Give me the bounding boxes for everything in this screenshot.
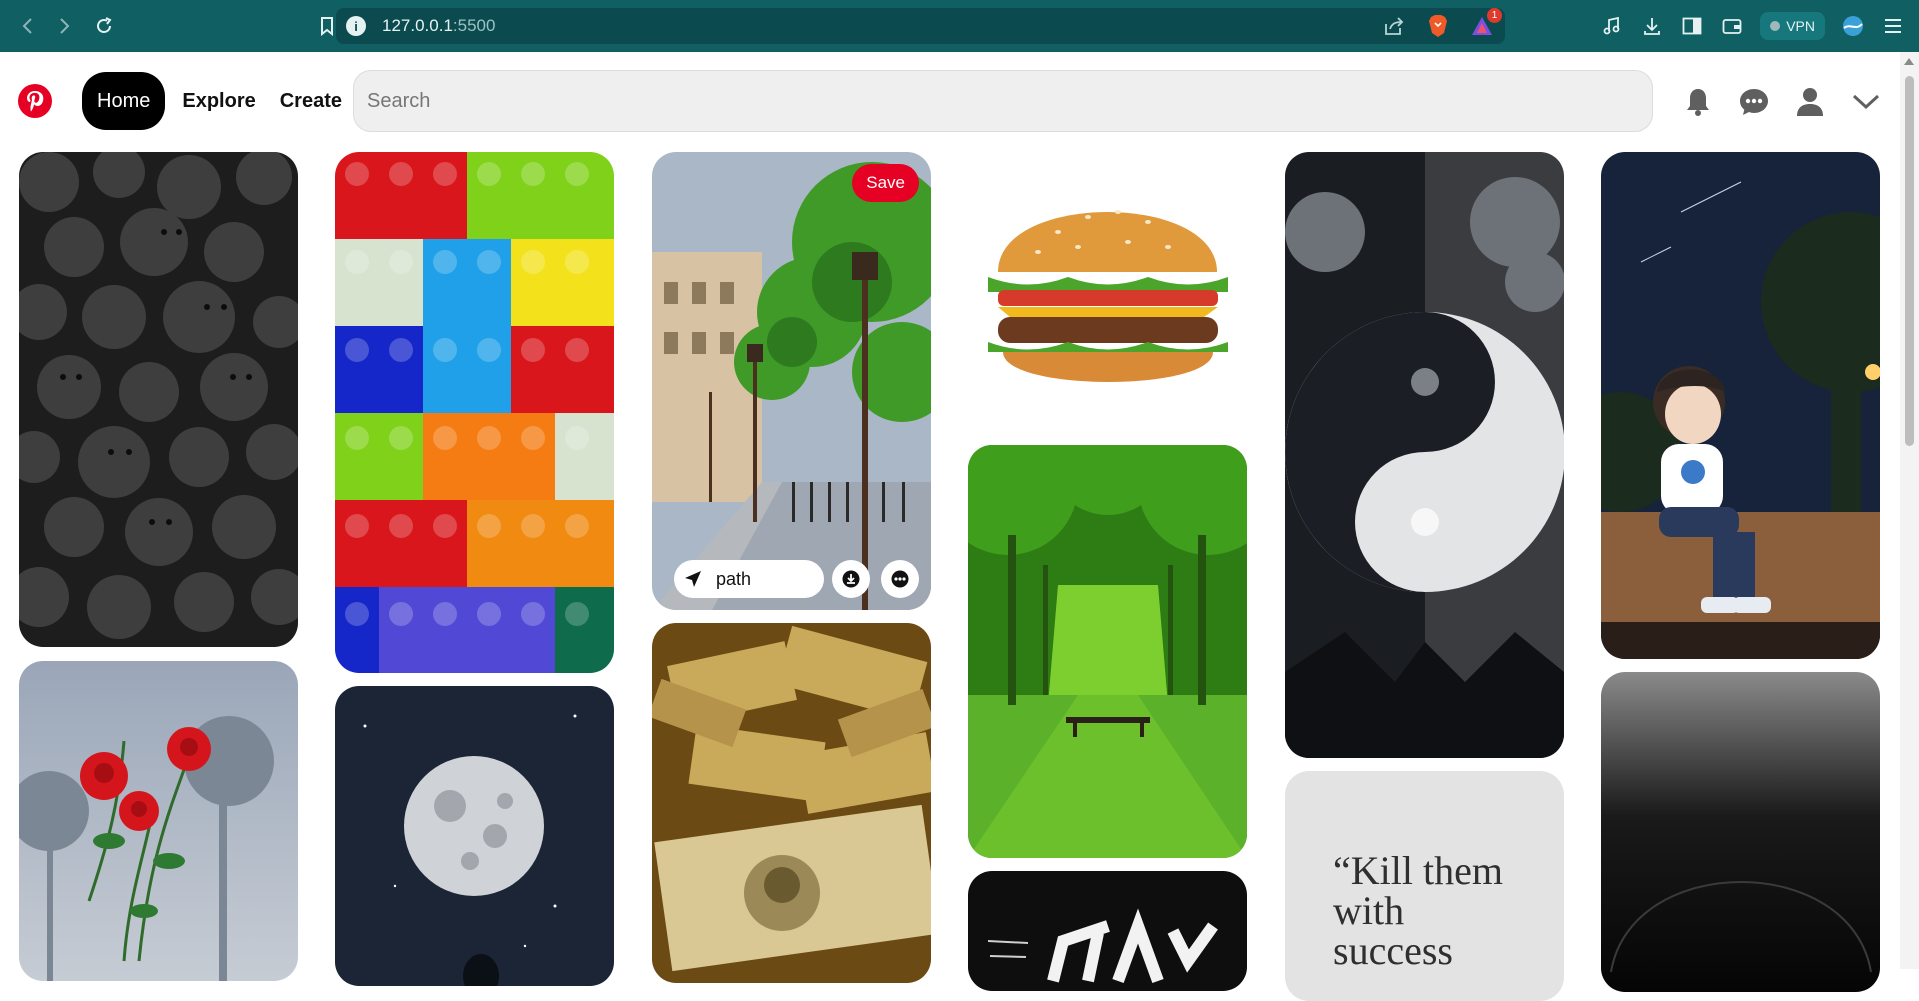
download-pin-icon [842,570,860,588]
pin-roses[interactable] [19,661,298,981]
lego-bricks-image [335,152,614,673]
pin-smileys[interactable] [19,152,298,647]
pin-moon[interactable] [335,686,614,986]
download-icon[interactable] [1640,14,1664,38]
pin-quote[interactable]: “Kill them with success [1285,771,1564,1001]
nav-home[interactable]: Home [82,72,166,130]
pin-forest-path[interactable] [968,445,1247,858]
download-pin-button[interactable] [832,560,870,598]
yin-yang-image [1285,152,1564,758]
scrollbar-thumb[interactable] [1905,76,1914,446]
board-name: path [716,568,752,589]
pin-stay-text[interactable] [968,871,1247,991]
money-image [652,623,931,983]
url-port: :5500 [452,16,496,35]
brave-rewards-icon[interactable]: 1 [1469,8,1502,39]
vpn-status-icon [1770,21,1781,31]
pin-money[interactable] [652,623,931,983]
leo-ai-icon[interactable] [1841,14,1865,38]
burger-image [968,152,1247,427]
save-button[interactable]: Save [852,164,919,202]
messages-icon[interactable] [1726,82,1782,122]
media-icon[interactable] [1600,14,1624,38]
url-host: 127.0.0.1 [382,16,453,35]
wallet-icon[interactable] [1720,14,1744,38]
menu-icon[interactable] [1881,14,1905,38]
board-selector-button[interactable]: path [674,560,824,598]
street-trees-image [652,152,931,610]
smileys-image [19,152,298,647]
profile-icon[interactable] [1782,82,1838,122]
pin-yin-yang[interactable] [1285,152,1564,758]
vpn-button[interactable]: VPN [1760,12,1825,40]
nav-explore[interactable]: Explore [182,90,255,113]
dark-gradient-image [1601,672,1880,992]
page-scrollbar[interactable] [1900,52,1919,969]
scroll-up-icon[interactable] [1904,58,1914,65]
search-input[interactable] [367,89,1627,113]
quote-text: “Kill them with success [1333,848,1503,973]
location-arrow-icon [684,570,704,588]
pinterest-logo-icon[interactable] [18,84,52,118]
forward-icon[interactable] [46,8,82,44]
more-options-button[interactable] [881,560,919,598]
sidebar-icon[interactable] [1680,14,1704,38]
rewards-badge: 1 [1487,8,1502,23]
pin-burger[interactable] [968,152,1247,427]
browser-toolbar: i 127.0.0.1:5500 1 VPN [0,0,1919,52]
more-options-icon [891,570,909,588]
reload-icon[interactable] [86,8,122,44]
moon-image [335,686,614,986]
back-icon[interactable] [10,8,46,44]
pin-boy-night[interactable] [1601,152,1880,659]
url-text: 127.0.0.1:5500 [382,16,495,36]
pin-street[interactable]: Save path [652,152,931,610]
site-info-icon[interactable]: i [346,16,366,36]
address-bar[interactable]: i 127.0.0.1:5500 1 [336,8,1505,44]
pin-dark-gradient[interactable] [1601,672,1880,992]
pin-lego[interactable] [335,152,614,673]
roses-image [19,661,298,981]
account-dropdown-icon[interactable] [1838,82,1894,122]
share-icon[interactable] [1381,13,1407,39]
search-bar[interactable] [353,70,1653,132]
boy-night-sky-image [1601,152,1880,659]
stay-graphic-image [968,871,1247,991]
nav-create[interactable]: Create [280,90,342,113]
brave-shields-icon[interactable] [1425,13,1451,39]
app-header: Home Explore Create [0,52,1900,150]
vpn-label: VPN [1786,18,1815,34]
notifications-icon[interactable] [1670,82,1726,122]
forest-bench-image [968,445,1247,858]
